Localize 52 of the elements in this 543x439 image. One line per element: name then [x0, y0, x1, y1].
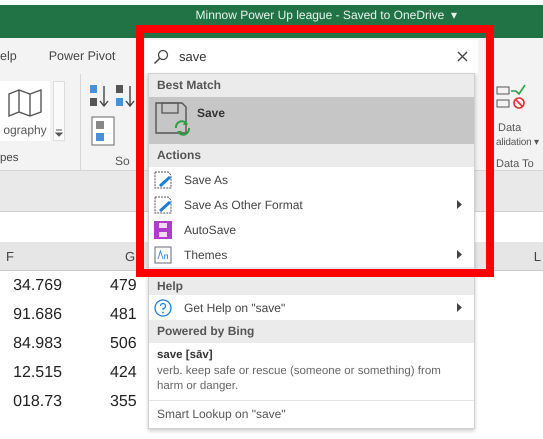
table-cell: 424 [110, 364, 137, 380]
result-item[interactable]: Save As [149, 167, 474, 192]
table-cell: 355 [110, 392, 137, 410]
group-label: Data To [496, 158, 534, 170]
column-header: G [124, 248, 136, 264]
search-icon [153, 48, 169, 64]
ribbon-tab[interactable]: elp [0, 49, 17, 63]
smart-lookup-link[interactable]: Smart Lookup on "save" [149, 400, 474, 428]
table-cell: 12.515 [13, 364, 62, 380]
ribbon-tab[interactable]: Power Pivot [48, 49, 116, 63]
sort-ascending-icon[interactable] [89, 84, 111, 108]
help-icon [154, 298, 172, 316]
group-label: pes [0, 152, 19, 164]
table-cell: 84.983 [13, 334, 62, 352]
submenu-arrow-icon [457, 200, 462, 209]
sort-descending-icon[interactable] [115, 84, 137, 108]
floppy-pencil-icon [154, 196, 172, 214]
result-item[interactable]: Save [149, 97, 474, 144]
result-item[interactable]: AutoSave [149, 217, 474, 242]
table-cell: 34.769 [13, 276, 62, 294]
table-cell: 481 [110, 306, 137, 322]
close-icon[interactable] [457, 51, 468, 62]
map-icon [8, 89, 42, 117]
floppy-sync-icon [155, 102, 191, 136]
result-item[interactable]: Get Help on "save" [149, 295, 474, 320]
result-item[interactable]: Save As Other Format [149, 192, 474, 217]
search-field[interactable]: save [145, 40, 478, 73]
table-cell: 91.686 [13, 306, 62, 322]
column-header: F [6, 248, 14, 264]
geography-button[interactable]: ography [0, 81, 50, 141]
data-validation-label[interactable]: Data [498, 122, 522, 134]
section-header: Actions [149, 144, 474, 167]
sort-label[interactable]: So [115, 154, 130, 168]
gallery-scroll[interactable] [53, 81, 65, 141]
table-cell: 479 [110, 276, 137, 294]
definition-text: verb. keep safe or rescue (someone or something) from harm or danger. [157, 364, 442, 394]
table-cell: 018.73 [13, 392, 62, 410]
sort-icon[interactable] [91, 116, 115, 146]
result-item[interactable]: Themes [149, 242, 474, 267]
table-cell: 506 [110, 334, 137, 352]
section-header: Powered by Bing [149, 320, 474, 343]
theme-icon [154, 246, 172, 264]
definition-term: save [sāv] [157, 349, 214, 361]
submenu-arrow-icon [457, 250, 462, 259]
section-header: Best Match [149, 74, 474, 97]
window-title: Minnow Power Up league - Saved to OneDrive ▾ [196, 8, 457, 22]
submenu-arrow-icon [457, 303, 462, 312]
data-validation-label[interactable]: alidation ▾ [496, 136, 539, 148]
floppy-pencil-icon [154, 170, 172, 188]
more-icon [55, 129, 63, 137]
column-header: L [534, 248, 541, 264]
data-validation-icon[interactable] [496, 84, 526, 110]
